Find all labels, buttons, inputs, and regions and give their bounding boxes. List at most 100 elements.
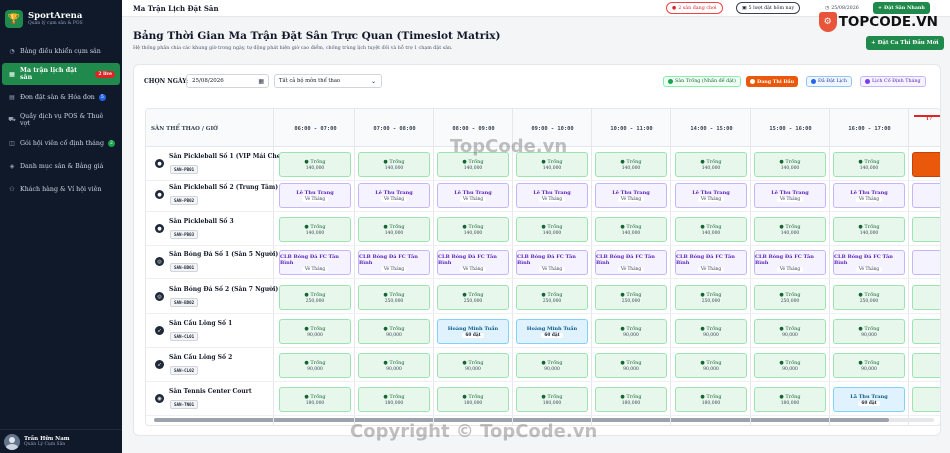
slot-fixed[interactable]: Lê Thu Trang Vé Tháng [516,183,588,208]
slot-free[interactable]: ● Trống 250,000 [595,285,667,310]
slot-fixed[interactable]: CLB Bóng Đá FC Tân Bình Vé Tháng [595,250,667,275]
slot-free[interactable]: ● Trống 140,000 [595,152,667,177]
slot-free[interactable]: ● Trống 90,000 [833,353,905,378]
slot-free[interactable]: ● Trống 90,000 [279,353,351,378]
court-name-cell[interactable]: ◎ Sân Bóng Đá Số 2 (Sân 7 Người) SAN-BD02 [151,280,278,313]
slot-free-label: ● Trống [304,326,325,332]
slot-fixed[interactable] [912,250,940,275]
slot-booked[interactable]: Hoàng Minh Tuấn 60 đặt [437,319,509,344]
slot-free[interactable]: ● Trống 250,000 [358,285,430,310]
slot-fixed[interactable]: CLB Bóng Đá FC Tân Bình Vé Tháng [675,250,747,275]
slot-fixed[interactable]: CLB Bóng Đá FC Tân Bình Vé Tháng [358,250,430,275]
slot-free[interactable]: ● Trống 90,000 [516,353,588,378]
slot-free[interactable]: ● Trống 140,000 [595,217,667,242]
slot-fixed[interactable]: Lê Thu Trang Vé Tháng [358,183,430,208]
slot-fixed[interactable]: Lê Thu Trang Vé Tháng [437,183,509,208]
slot-free[interactable]: ● Trống 250,000 [279,285,351,310]
slot-free[interactable] [912,387,940,412]
slot-free[interactable]: ● Trống 250,000 [437,285,509,310]
sidebar-item-0[interactable]: ◔ Bảng điều khiển cụm sân [2,40,120,62]
slot-free[interactable] [912,285,940,310]
slot-free[interactable]: ● Trống 180,000 [437,387,509,412]
slot-fixed[interactable]: Lê Thu Trang Vé Tháng [595,183,667,208]
slot-free[interactable] [912,319,940,344]
slot-fixed[interactable]: CLB Bóng Đá FC Tân Bình Vé Tháng [754,250,826,275]
horizontal-scrollbar[interactable] [154,418,934,422]
sidebar-item-3[interactable]: ⛟ Quầy dịch vụ POS & Thuê vợt [2,109,120,131]
slot-free[interactable]: ● Trống 250,000 [833,285,905,310]
slot-free[interactable]: ● Trống 140,000 [754,217,826,242]
slot-free[interactable]: ● Trống 180,000 [516,387,588,412]
date-input[interactable]: 25/08/2026 ▦ [186,74,269,88]
slot-free[interactable]: ● Trống 90,000 [675,319,747,344]
slot-free[interactable]: ● Trống 180,000 [595,387,667,412]
slot-free[interactable]: ● Trống 180,000 [279,387,351,412]
slot-free[interactable] [912,217,940,242]
live-dot-icon: ● [672,5,677,11]
slot-booked[interactable]: Lã Thu Trang 60 đặt [833,387,905,412]
slot-free[interactable]: ● Trống 140,000 [437,152,509,177]
pickleball-icon: ● [155,190,164,199]
brand[interactable]: 🏆 SportArena Quản lý cụm sân & POS [0,0,122,36]
slot-free[interactable]: ● Trống 140,000 [516,217,588,242]
sidebar-item-4[interactable]: ◫ Gói hội viên cố định tháng 2 [2,132,120,154]
sidebar-item-6[interactable]: ⚇ Khách hàng & Ví hội viên [2,178,120,200]
slot-free[interactable]: ● Trống 90,000 [595,353,667,378]
slot-free[interactable]: ● Trống 140,000 [437,217,509,242]
bookings-today-pill[interactable]: ▣ 5 lượt đặt hôm nay [736,2,801,14]
slot-free[interactable]: ● Trống 90,000 [358,319,430,344]
slot-fixed[interactable]: Lê Thu Trang Vé Tháng [675,183,747,208]
new-match-button[interactable]: + Đặt Ca Thi Đấu Mới [866,36,944,50]
slot-free[interactable]: ● Trống 180,000 [675,387,747,412]
live-courts-pill[interactable]: ● 2 sân đang chơi [666,2,723,14]
slot-free[interactable]: ● Trống 250,000 [516,285,588,310]
slot-free[interactable]: ● Trống 90,000 [358,353,430,378]
slot-free[interactable]: ● Trống 140,000 [279,217,351,242]
court-name-cell[interactable]: ● Sân Pickleball Số 3 SAN-PB03 [151,212,271,245]
slot-free[interactable]: ● Trống 140,000 [279,152,351,177]
slot-free[interactable]: ● Trống 140,000 [675,152,747,177]
slot-fixed[interactable]: CLB Bóng Đá FC Tân Bình Vé Tháng [516,250,588,275]
sport-select[interactable]: Tất cả bộ môn thể thao ⌄ [274,74,382,88]
slot-live[interactable] [912,152,940,177]
slot-free[interactable]: ● Trống 140,000 [754,152,826,177]
court-name-cell[interactable]: ◉ Sân Tennis Center Court SAN-TN01 [151,382,271,415]
slot-free[interactable]: ● Trống 180,000 [358,387,430,412]
slot-fixed[interactable]: CLB Bóng Đá FC Tân Bình Vé Tháng [279,250,351,275]
slot-free[interactable]: ● Trống 140,000 [833,152,905,177]
court-name-cell[interactable]: ● Sân Pickleball Số 2 (Trung Tâm) SAN-PB02 [151,178,278,211]
sidebar-item-1[interactable]: ▦ Ma trận lịch đặt sân 2 live [2,63,120,85]
slot-free[interactable]: ● Trống 90,000 [437,353,509,378]
slot-fixed[interactable]: Lê Thu Trang Vé Tháng [833,183,905,208]
slot-free[interactable]: ● Trống 250,000 [675,285,747,310]
court-name-cell[interactable]: ● Sân Pickleball Số 1 (VIP Mái Che) SAN-PB… [151,147,283,180]
slot-booked[interactable]: Hoàng Minh Tuấn 60 đặt [516,319,588,344]
slot-free[interactable]: ● Trống 140,000 [516,152,588,177]
slot-free[interactable]: ● Trống 140,000 [833,217,905,242]
court-name-cell[interactable]: ➶ Sân Cầu Lông Số 1 SAN-CL01 [151,314,271,347]
slot-free[interactable]: ● Trống 90,000 [754,353,826,378]
slot-free[interactable]: ● Trống 90,000 [833,319,905,344]
sidebar-item-5[interactable]: ◈ Danh mục sân & Bảng giá [2,155,120,177]
user-profile[interactable]: Trần Hữu Nam Quản Lý Cụm Sân [0,429,122,453]
slot-free[interactable]: ● Trống 140,000 [358,217,430,242]
scrollbar-thumb[interactable] [154,418,889,422]
slot-fixed[interactable]: Lê Thu Trang Vé Tháng [279,183,351,208]
slot-fixed[interactable]: Lê Thu Trang Vé Tháng [754,183,826,208]
slot-free[interactable]: ● Trống 180,000 [754,387,826,412]
slot-free[interactable]: ● Trống 90,000 [279,319,351,344]
court-name-cell[interactable]: ◎ Sân Bóng Đá Số 1 (Sân 5 Người) SAN-BD01 [151,245,278,278]
slot-free[interactable]: ● Trống 140,000 [675,217,747,242]
slot-free[interactable]: ● Trống 90,000 [595,319,667,344]
slot-free[interactable]: ● Trống 90,000 [675,353,747,378]
slot-free[interactable]: ● Trống 250,000 [754,285,826,310]
sidebar-item-2[interactable]: ▤ Đơn đặt sân & Hóa đơn 5 [2,86,120,108]
slot-fixed[interactable]: CLB Bóng Đá FC Tân Bình Vé Tháng [437,250,509,275]
slot-fixed[interactable]: CLB Bóng Đá FC Tân Bình Vé Tháng [833,250,905,275]
slot-free[interactable]: ● Trống 140,000 [358,152,430,177]
calendar-icon[interactable]: ▦ [258,78,264,85]
slot-free[interactable]: ● Trống 90,000 [754,319,826,344]
slot-free[interactable] [912,353,940,378]
court-name-cell[interactable]: ➶ Sân Cầu Lông Số 2 SAN-CL02 [151,348,271,381]
slot-fixed[interactable] [912,183,940,208]
